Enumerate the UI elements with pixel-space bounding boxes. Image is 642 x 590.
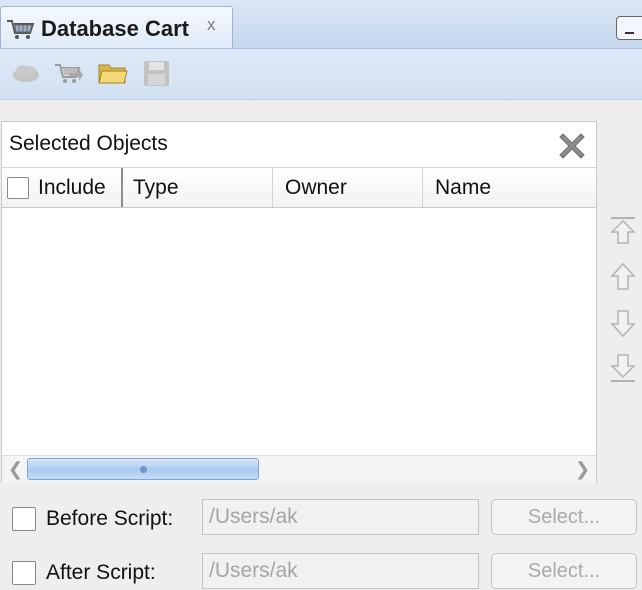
scroll-right-icon[interactable]: ❯ [575, 459, 590, 480]
move-to-bottom-icon[interactable] [610, 353, 636, 383]
before-script-checkbox[interactable] [12, 507, 36, 531]
column-name[interactable]: Name [423, 168, 596, 207]
before-script-select-button[interactable]: Select... [491, 499, 637, 535]
before-script-label: Before Script: [46, 507, 174, 530]
horizontal-scrollbar[interactable]: ❮ ❯ [2, 455, 596, 483]
open-folder-icon[interactable] [98, 59, 128, 87]
panel-title: Selected Objects [9, 132, 168, 155]
column-include[interactable]: Include [2, 168, 123, 207]
cloud-icon[interactable] [11, 59, 41, 87]
column-type[interactable]: Type [123, 168, 273, 207]
move-up-icon[interactable] [610, 262, 636, 292]
column-include-label: Include [38, 176, 106, 199]
after-script-path-field[interactable]: /Users/ak [202, 553, 479, 589]
selected-objects-panel: Selected Objects Include Type Owner Name… [1, 121, 597, 483]
after-script-select-button[interactable]: Select... [491, 553, 637, 589]
before-script-path-field[interactable]: /Users/ak [202, 499, 479, 535]
tab-close-icon[interactable]: x [207, 15, 216, 35]
scrollbar-thumb[interactable] [27, 458, 259, 480]
minimize-button[interactable] [616, 16, 642, 40]
tab-database-cart[interactable]: Database Cart x [0, 6, 233, 48]
toolbar [0, 49, 642, 100]
move-to-top-icon[interactable] [610, 215, 636, 245]
save-icon[interactable] [142, 59, 172, 87]
column-owner[interactable]: Owner [273, 168, 423, 207]
scroll-left-icon[interactable]: ❮ [8, 459, 23, 480]
tab-bar: Database Cart x [0, 0, 642, 49]
export-cart-icon[interactable] [53, 59, 83, 87]
include-all-checkbox[interactable] [7, 177, 29, 199]
after-script-checkbox[interactable] [12, 561, 36, 585]
move-down-icon[interactable] [610, 308, 636, 338]
remove-all-icon[interactable] [555, 129, 589, 163]
cart-icon [7, 20, 35, 39]
table-header: Include Type Owner Name [2, 167, 596, 208]
tab-title: Database Cart [41, 16, 189, 41]
after-script-label: After Script: [46, 561, 156, 584]
